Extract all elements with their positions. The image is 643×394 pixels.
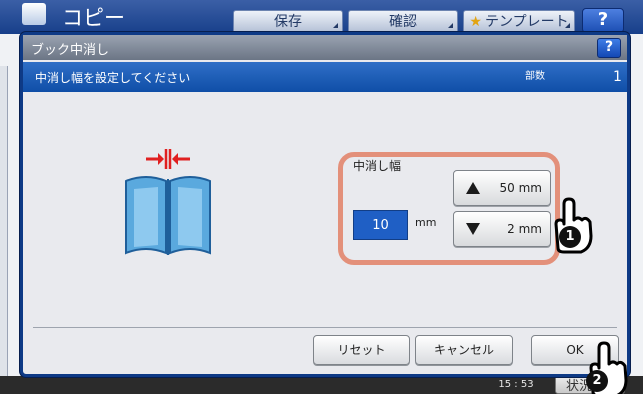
app-help-button[interactable]: ? xyxy=(582,8,624,33)
triangle-down-icon xyxy=(466,223,480,235)
star-icon: ★ xyxy=(469,14,482,30)
step-1-badge: 1 xyxy=(559,226,581,248)
reset-button[interactable]: リセット xyxy=(313,335,410,365)
copy-app-icon xyxy=(22,3,46,25)
margin-unit: mm xyxy=(415,216,437,229)
decrease-min-label: 2 mm xyxy=(507,222,542,236)
decrease-margin-button[interactable]: 2 mm xyxy=(453,211,551,247)
app-top-bar: コピー 保存 確認 ★ テンプレート ? xyxy=(0,0,643,34)
tab-save[interactable]: 保存 xyxy=(233,10,343,32)
instruction-text: 中消し幅を設定してください xyxy=(35,71,191,85)
corner-arrow-icon xyxy=(333,23,338,28)
increase-margin-button[interactable]: 50 mm xyxy=(453,170,551,206)
copies-label: 部数 xyxy=(525,71,545,82)
dialog-title-bar: ブック中消し ? xyxy=(23,35,627,60)
corner-arrow-icon xyxy=(448,23,453,28)
open-book-icon xyxy=(125,176,211,255)
margin-value-field[interactable]: 10 xyxy=(353,210,408,240)
screen: コピー 保存 確認 ★テンプレート ? 2011/03/10 15 : 53 状… xyxy=(0,0,643,394)
inward-arrows-icon xyxy=(146,149,190,169)
app-bottom-bar xyxy=(0,376,643,394)
background-panel-edge xyxy=(0,66,8,376)
time-text: 15 : 53 xyxy=(498,379,534,390)
footer-divider xyxy=(33,327,617,328)
tab-template[interactable]: ★ テンプレート xyxy=(463,10,575,32)
dialog-help-button[interactable]: ? xyxy=(597,38,621,58)
tab-save-label: 保存 xyxy=(274,14,302,30)
tab-template-label: テンプレート xyxy=(484,14,569,30)
step-2-badge: 2 xyxy=(586,370,608,392)
triangle-up-icon xyxy=(466,182,480,194)
increase-max-label: 50 mm xyxy=(499,181,542,195)
margin-label: 中消し幅 xyxy=(353,159,402,173)
dialog-title: ブック中消し xyxy=(31,43,110,58)
corner-arrow-icon xyxy=(565,23,570,28)
copies-value: 1 xyxy=(613,69,622,85)
book-erase-dialog: ブック中消し ? 中消し幅を設定してください 部数 1 中消し幅 10 mm 5… xyxy=(20,32,630,377)
dialog-header: 中消し幅を設定してください 部数 1 xyxy=(23,62,627,92)
book-erase-illustration xyxy=(125,149,211,255)
cancel-button[interactable]: キャンセル xyxy=(415,335,513,365)
tab-confirm-label: 確認 xyxy=(389,14,417,30)
app-title: コピー xyxy=(62,6,125,30)
tab-confirm[interactable]: 確認 xyxy=(348,10,458,32)
